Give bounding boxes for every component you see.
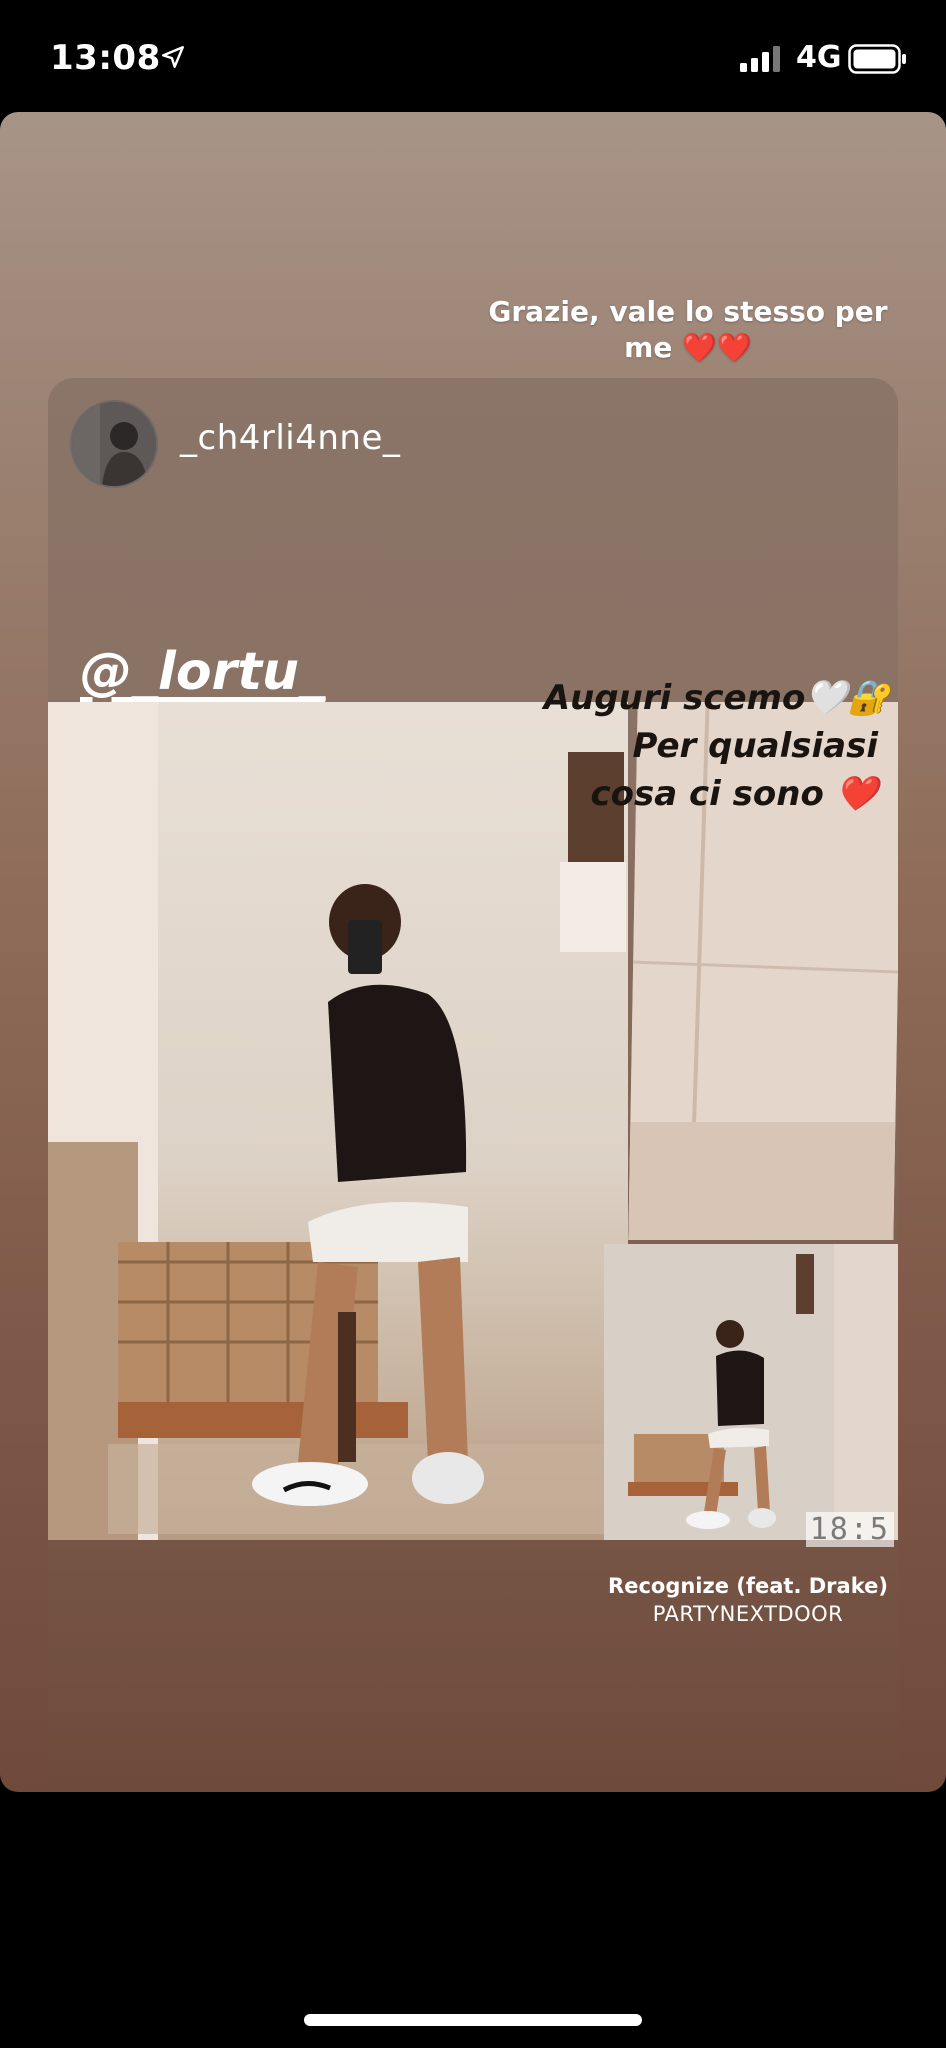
story-photo-main [48,702,628,1540]
clock-time: 13:08 [50,38,161,78]
story-frame[interactable]: Grazie, vale lo stesso per me ❤️❤️ _ch4r… [0,112,946,1792]
battery-icon [848,44,906,74]
song-title: Recognize (feat. Drake) [608,1574,888,1598]
status-bar: 13:08 4G [0,0,946,112]
overlay-line-2: Per qualsiasi [632,726,878,766]
song-artist: PARTYNEXTDOOR [652,1602,844,1626]
small-scene [604,1244,898,1540]
music-sticker[interactable]: Recognize (feat. Drake) PARTYNEXTDOOR [608,1574,888,1626]
overlay-line-3: cosa ci sono ❤️ [590,774,878,814]
reposted-story-card[interactable]: _ch4rli4nne_ @_lortu_ Auguri scemo🤍🔐 Per… [48,378,898,1792]
avatar[interactable] [70,400,158,488]
story-overlay-text: Auguri scemo🤍🔐 Per qualsiasi cosa ci son… [470,674,890,818]
overlay-line-1: Auguri scemo🤍🔐 [543,678,890,718]
reposted-username[interactable]: _ch4rli4nne_ [180,418,400,458]
home-indicator[interactable] [304,2014,642,2026]
timestamp-sticker: 18:5 [805,1512,894,1547]
network-type: 4G [796,40,842,75]
story-caption: Grazie, vale lo stesso per me ❤️❤️ [488,295,888,364]
story-photo-small [604,1244,898,1540]
avatar-image [72,402,156,486]
location-arrow-icon [162,46,184,68]
mention-tag[interactable]: @_lortu_ [80,642,325,702]
photo-scene [48,702,626,1540]
cellular-signal-icon [740,46,780,72]
